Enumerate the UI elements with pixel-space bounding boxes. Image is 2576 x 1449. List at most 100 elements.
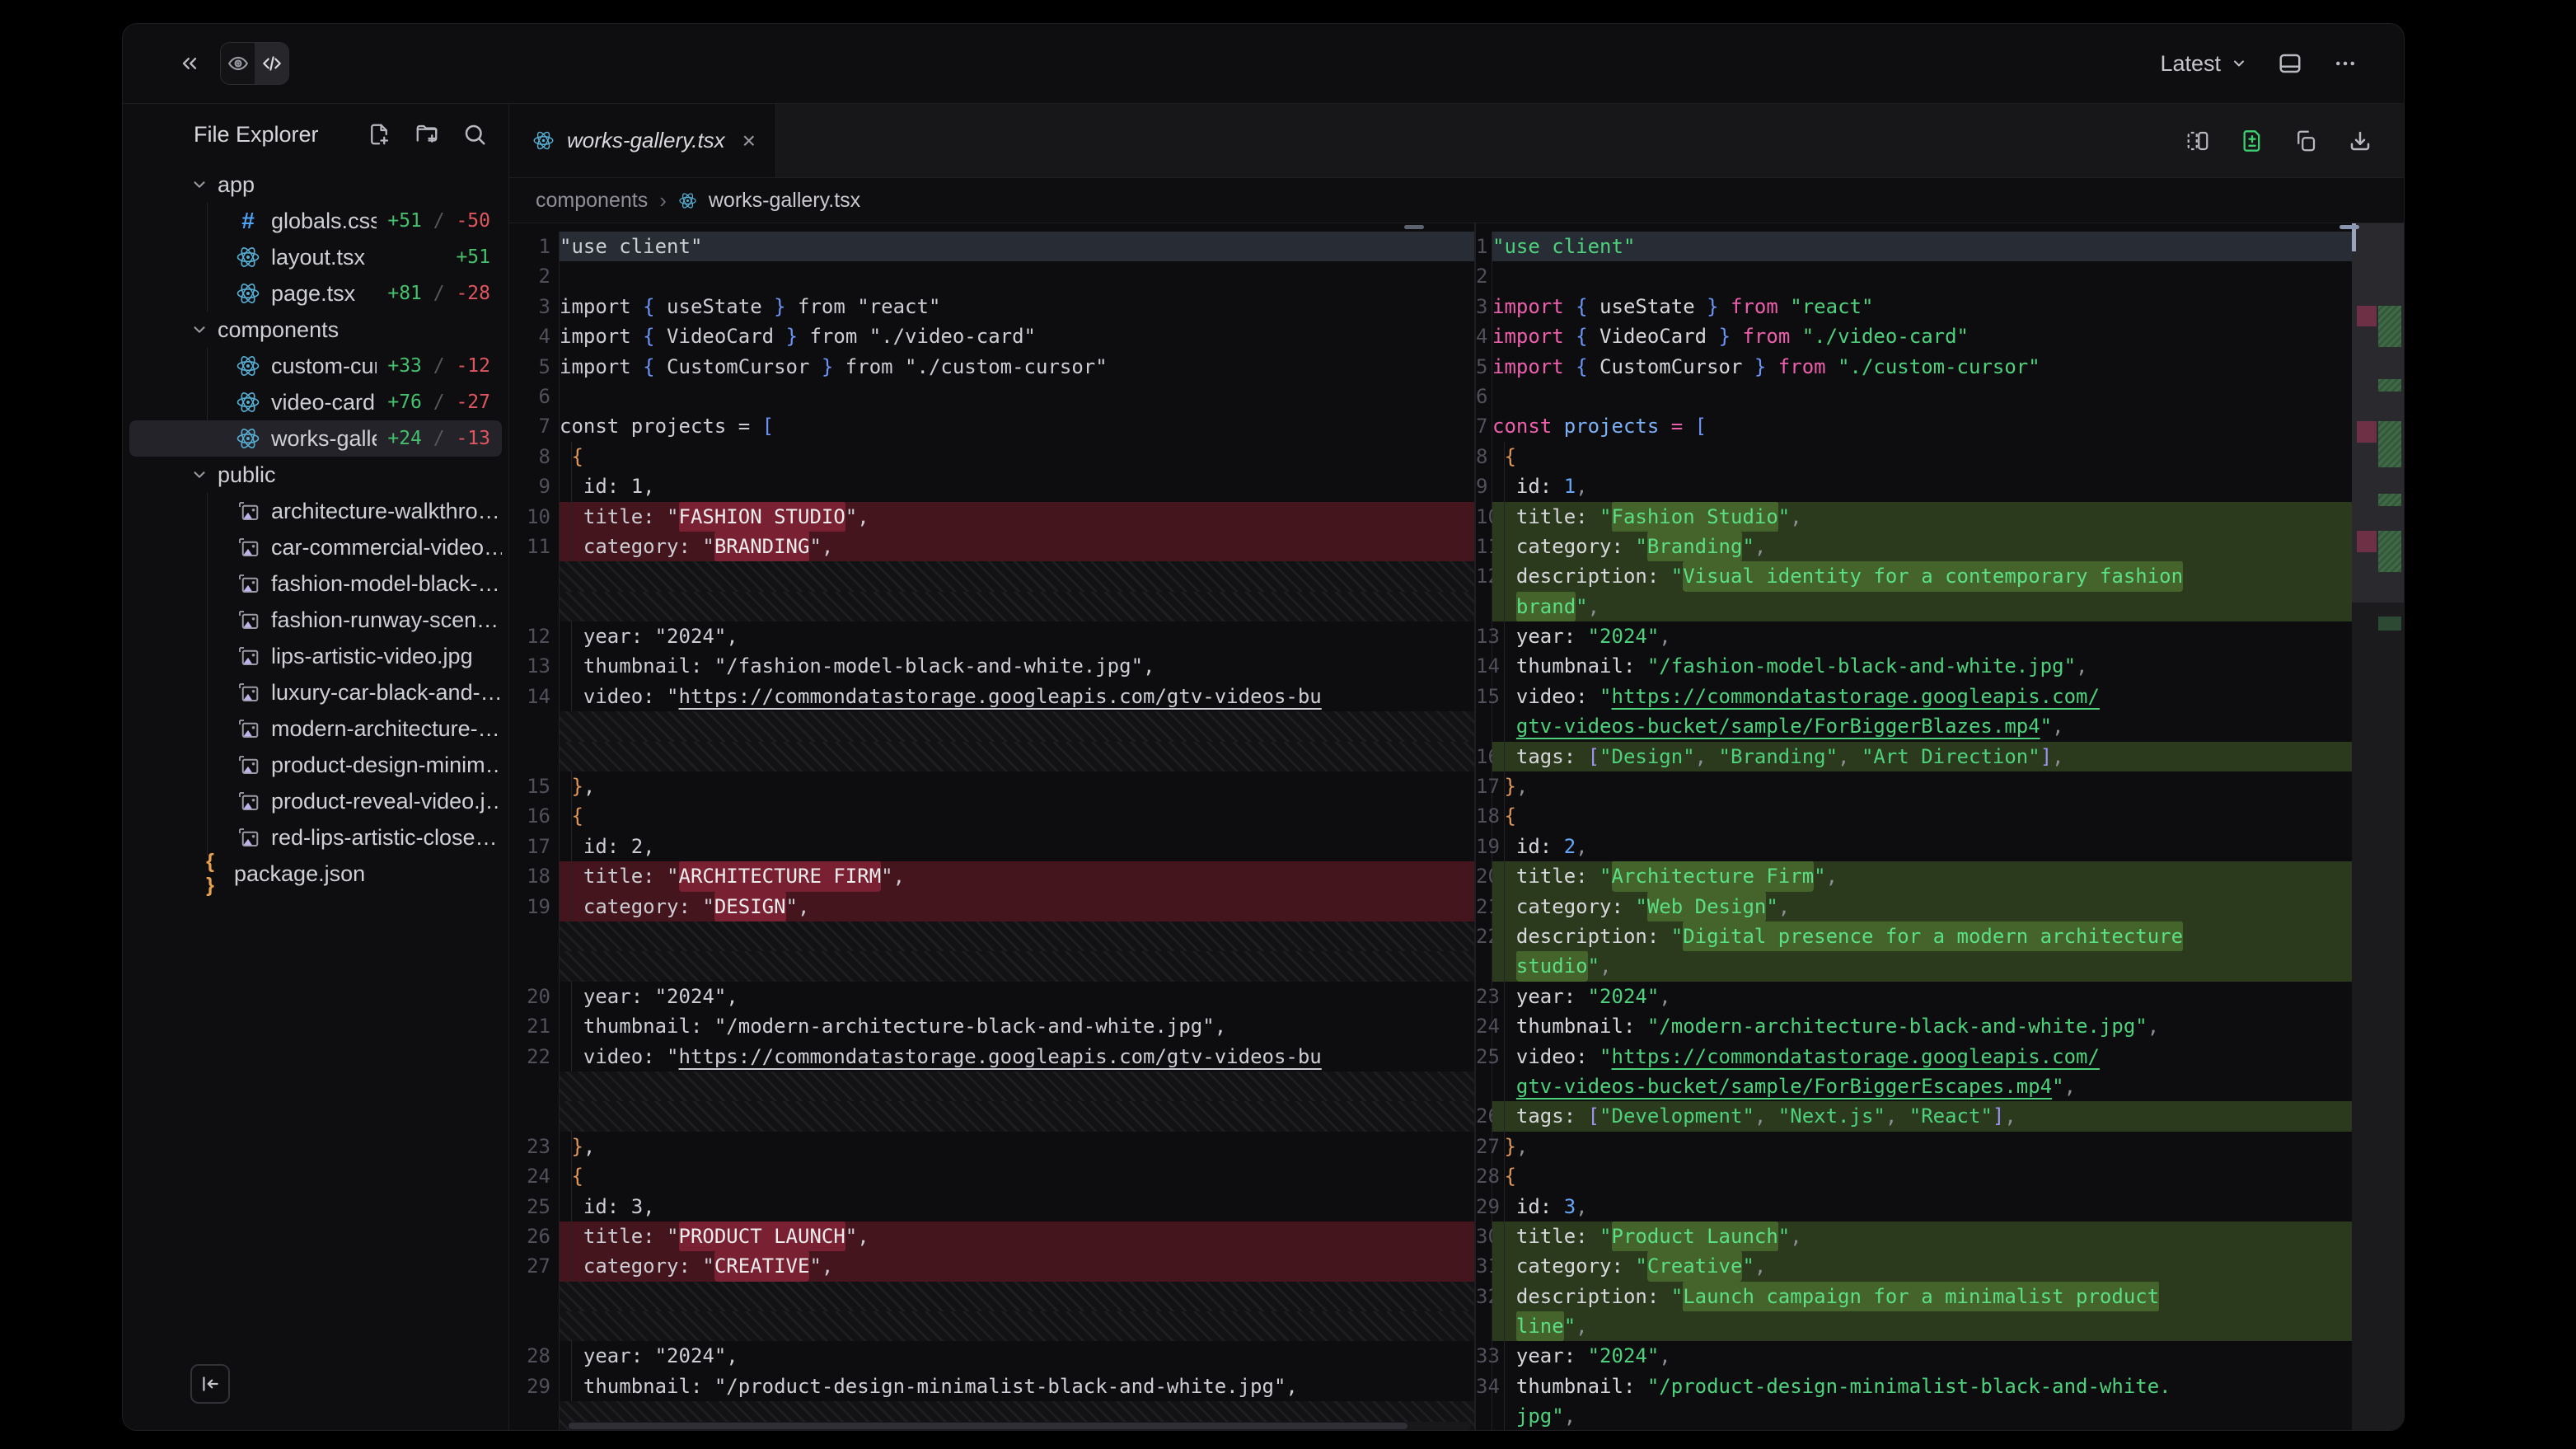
new-folder-icon[interactable]: [415, 122, 439, 147]
sidebar-file-architecture-walkthro-[interactable]: architecture-walkthro…: [129, 493, 502, 529]
collapsed-lines-filler: [560, 921, 1474, 951]
code-row-old: [509, 1101, 1474, 1131]
line-number: 21: [1476, 892, 1492, 921]
sidebar-file-modern-architecture-[interactable]: modern-architecture-…: [129, 710, 502, 747]
sidebar-folder-components[interactable]: components: [129, 312, 502, 348]
horizontal-scrollbar[interactable]: [569, 1422, 1471, 1430]
tree-item-label: luxury-car-black-and-…: [271, 680, 502, 706]
code-row-old: 3import { useState } from "react": [509, 292, 1474, 321]
new-file-icon[interactable]: [367, 122, 391, 147]
download-icon[interactable]: [2348, 129, 2372, 153]
code-row-new: 7const projects = [: [1476, 411, 2352, 441]
sidebar-file-video-card.tsx[interactable]: video-card.tsx+76 / -27: [129, 384, 502, 420]
code-line: description: "Visual identity for a cont…: [1492, 561, 2352, 591]
sidebar-file-layout.tsx[interactable]: layout.tsx+51: [129, 239, 502, 275]
line-number: 24: [1476, 1011, 1492, 1041]
line-number: 23: [1476, 982, 1492, 1011]
react-icon: [236, 245, 260, 270]
sidebar-file-red-lips-artistic-close-[interactable]: red-lips-artistic-close…: [129, 819, 502, 856]
sidebar-file-custom-curs-[interactable]: custom-curs…+33 / -12: [129, 348, 502, 384]
sidebar-file-fashion-runway-scen-[interactable]: fashion-runway-scen…: [129, 602, 502, 638]
react-icon: [236, 426, 260, 451]
sidebar-file-luxury-car-black-and-[interactable]: luxury-car-black-and-…: [129, 674, 502, 710]
search-icon[interactable]: [462, 122, 487, 147]
code-line: tags: ["Development", "Next.js", "React"…: [1492, 1101, 2352, 1131]
chevron-down-icon: [190, 466, 208, 484]
code-line: id: 3,: [1492, 1192, 2352, 1222]
code-line: category: "BRANDING",: [560, 532, 1474, 561]
code-row-new: jpg",: [1476, 1401, 2352, 1430]
sidebar-file-page.tsx[interactable]: page.tsx+81 / -28: [129, 275, 502, 312]
minimap-added-block: [2378, 531, 2401, 572]
sidebar-file-car-commercial-video-[interactable]: car-commercial-video…: [129, 529, 502, 565]
line-number: 4: [509, 321, 560, 351]
line-number: 19: [509, 892, 560, 921]
sidebar-file-globals.css[interactable]: #globals.css+51 / -50: [129, 203, 502, 239]
diff-minimap[interactable]: [2352, 223, 2404, 1430]
image-icon: [236, 607, 260, 632]
code-line: jpg",: [1492, 1401, 2352, 1430]
sidebar-file-works-galler-[interactable]: works-galler…+24 / -13: [129, 420, 502, 457]
diff-pane-new[interactable]: 1"use client"23import { useState } from …: [1476, 223, 2352, 1430]
sidebar-folder-public[interactable]: public: [129, 457, 502, 493]
sidebar-file-fashion-model-black-[interactable]: fashion-model-black-…: [129, 565, 502, 602]
code-row-old: [509, 1072, 1474, 1101]
line-number: 10: [509, 502, 560, 532]
tree-item-label: layout.tsx: [271, 245, 445, 270]
code-line: video: "https://commondatastorage.google…: [560, 682, 1474, 711]
collapse-panel-icon[interactable]: [177, 52, 202, 75]
image-icon: [236, 644, 260, 668]
code-view-button[interactable]: [255, 43, 288, 84]
line-number: 4: [1476, 321, 1492, 351]
code-line: thumbnail: "/modern-architecture-black-a…: [1492, 1011, 2352, 1041]
code-row-old: 17 id: 2,: [509, 832, 1474, 861]
code-row-new: 34 thumbnail: "/product-design-minimalis…: [1476, 1372, 2352, 1401]
breadcrumb-folder[interactable]: components: [536, 189, 648, 213]
code-row-old: 26 title: "PRODUCT LAUNCH",: [509, 1222, 1474, 1251]
tab-works-gallery[interactable]: works-gallery.tsx ×: [509, 104, 776, 177]
code-row-old: 29 thumbnail: "/product-design-minimalis…: [509, 1372, 1474, 1401]
code-row-old: 11 category: "BRANDING",: [509, 532, 1474, 561]
sidebar-file-product-design-minim-[interactable]: product-design-minim…: [129, 747, 502, 783]
scrollbar-thumb[interactable]: [569, 1423, 1407, 1429]
diff-pane-old[interactable]: 1"use client"23import { useState } from …: [509, 223, 1474, 1430]
close-tab-icon[interactable]: ×: [742, 129, 756, 152]
tree-item-label: works-galler…: [271, 426, 377, 452]
sidebar-file-lips-artistic-video.jpg[interactable]: lips-artistic-video.jpg: [129, 638, 502, 674]
code-row-new: gtv-videos-bucket/sample/ForBiggerEscape…: [1476, 1072, 2352, 1101]
sidebar-folder-app[interactable]: app: [129, 166, 502, 203]
code-line: thumbnail: "/product-design-minimalist-b…: [1492, 1372, 2352, 1401]
sidebar-file-package.json[interactable]: { }package.json: [129, 856, 502, 892]
screen-background: Latest File Explorer: [0, 0, 2576, 1449]
collapsed-lines-filler: [560, 711, 1474, 741]
layout-panel-icon[interactable]: [2277, 51, 2303, 76]
line-number: [1476, 1311, 1492, 1341]
line-number: 5: [509, 352, 560, 382]
line-number: 24: [509, 1161, 560, 1191]
collapsed-lines-filler: [560, 561, 1474, 591]
line-number: 3: [1476, 292, 1492, 321]
collapse-sidebar-button[interactable]: [190, 1364, 230, 1404]
version-dropdown[interactable]: Latest: [2160, 51, 2247, 77]
line-number: 13: [1476, 621, 1492, 651]
code-line: "use client": [560, 232, 1474, 261]
more-ellipsis-icon[interactable]: [2333, 51, 2358, 76]
code-line: brand",: [1492, 592, 2352, 621]
code-row-new: 13 year: "2024",: [1476, 621, 2352, 651]
preview-eye-button[interactable]: [221, 43, 255, 84]
tree-item-label: public: [218, 462, 502, 488]
tree-item-label: components: [218, 317, 502, 343]
sidebar-file-product-reveal-video.j-[interactable]: product-reveal-video.j…: [129, 783, 502, 819]
split-view-icon[interactable]: [2185, 129, 2211, 153]
code-row-new: line",: [1476, 1311, 2352, 1341]
copy-icon[interactable]: [2293, 129, 2318, 153]
code-line: },: [1492, 771, 2352, 801]
code-row-new: 15 video: "https://commondatastorage.goo…: [1476, 682, 2352, 711]
tree-item-label: package.json: [234, 861, 502, 887]
minimap-added-block: [2378, 617, 2401, 631]
line-number: 32: [1476, 1282, 1492, 1311]
diff-file-icon[interactable]: [2241, 129, 2264, 153]
line-number: 29: [1476, 1192, 1492, 1222]
breadcrumb-file[interactable]: works-gallery.tsx: [709, 189, 860, 213]
image-icon: [236, 825, 260, 850]
